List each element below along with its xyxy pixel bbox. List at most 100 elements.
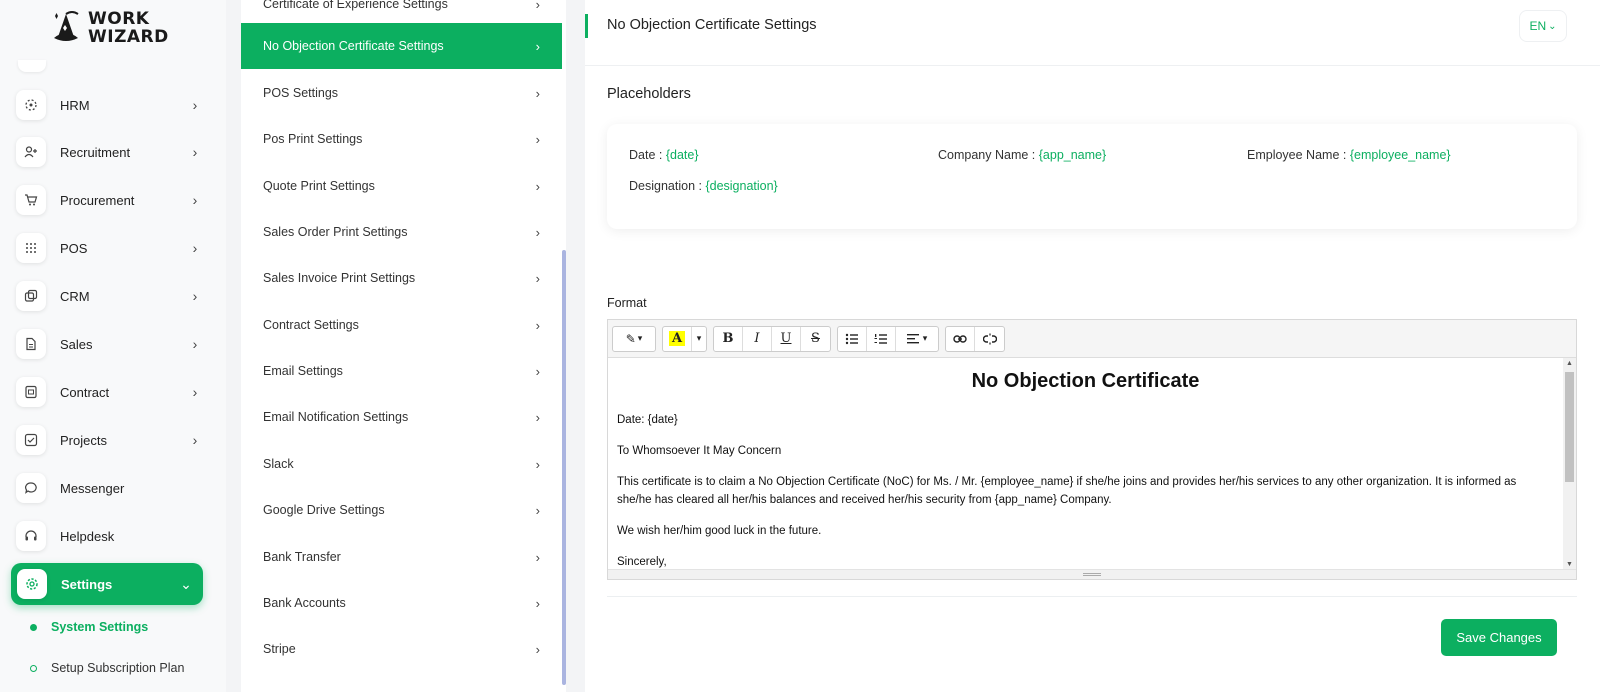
settings-item-label: Email Notification Settings xyxy=(263,410,409,424)
brand-logo[interactable]: WORK WIZARD xyxy=(48,8,169,48)
settings-item[interactable]: Pos Print Settings › xyxy=(241,116,562,162)
settings-item[interactable]: Bank Accounts › xyxy=(241,580,562,626)
settings-item[interactable]: Email Notification Settings › xyxy=(241,394,562,440)
settings-item-label: Google Drive Settings xyxy=(263,503,385,517)
chat-icon xyxy=(16,473,46,503)
settings-item-label: Bank Transfer xyxy=(263,550,341,564)
subitem-label: Setup Subscription Plan xyxy=(51,661,185,675)
text-color-button[interactable]: A xyxy=(663,326,692,351)
settings-item[interactable]: Contract Settings › xyxy=(241,302,562,348)
settings-item[interactable]: Sales Order Print Settings › xyxy=(241,209,562,255)
sidebar-item-settings[interactable]: Settings ⌄ xyxy=(11,563,203,605)
settings-item[interactable]: Slack › xyxy=(241,441,562,487)
placeholder-designation: Designation : {designation} xyxy=(629,179,778,193)
sidebar-item-hrm[interactable]: HRM › xyxy=(16,88,202,122)
sidebar-item-label: Sales xyxy=(60,336,93,352)
paragraph-align-button[interactable]: ▾ xyxy=(896,327,938,351)
settings-item[interactable]: Email Settings › xyxy=(241,348,562,394)
sidebar-item-label: Procurement xyxy=(60,192,135,208)
chevron-right-icon: › xyxy=(535,85,540,101)
placeholder-value[interactable]: {date} xyxy=(666,148,699,162)
settings-item-label: Sales Invoice Print Settings xyxy=(263,271,416,285)
placeholder-value[interactable]: {app_name} xyxy=(1039,148,1106,162)
placeholder-company-name: Company Name : {app_name} xyxy=(938,148,1106,162)
scroll-thumb[interactable] xyxy=(1565,372,1574,482)
scroll-down-icon[interactable]: ▼ xyxy=(1566,561,1573,568)
chevron-right-icon: › xyxy=(192,97,198,113)
placeholders-title: Placeholders xyxy=(607,86,691,102)
settings-item[interactable]: Google Drive Settings › xyxy=(241,487,562,533)
chevron-right-icon: › xyxy=(535,270,540,286)
settings-item[interactable]: Stripe › xyxy=(241,626,562,672)
chevron-down-icon: ⌄ xyxy=(1548,20,1557,32)
settings-item-active[interactable]: No Objection Certificate Settings › xyxy=(241,23,562,69)
placeholders-card: Date : {date} Company Name : {app_name} … xyxy=(607,124,1577,229)
sidebar-item-label: CRM xyxy=(60,288,90,304)
strikethrough-icon: S xyxy=(811,331,820,346)
strikethrough-button[interactable]: S xyxy=(801,327,830,351)
chevron-right-icon: › xyxy=(535,178,540,194)
grip-icon xyxy=(1083,573,1101,576)
caret-down-icon: ▾ xyxy=(637,333,643,344)
sidebar-subitem-setup-subscription-plan[interactable]: Setup Subscription Plan xyxy=(30,661,184,675)
chevron-right-icon: › xyxy=(535,595,540,611)
ordered-list-icon xyxy=(874,333,887,344)
editor-scrollbar[interactable]: ▲ ▼ xyxy=(1563,358,1576,570)
format-label: Format xyxy=(607,296,647,310)
save-changes-button[interactable]: Save Changes xyxy=(1441,619,1557,656)
chevron-right-icon: › xyxy=(192,432,198,448)
user-plus-icon xyxy=(16,137,46,167)
chevron-right-icon: › xyxy=(192,240,198,256)
sidebar-item-messenger[interactable]: Messenger xyxy=(16,471,202,505)
sidebar-item-projects[interactable]: Projects › xyxy=(16,423,202,457)
sidebar-item-recruitment[interactable]: Recruitment › xyxy=(16,135,202,169)
sidebar-item-helpdesk[interactable]: Helpdesk xyxy=(16,519,202,553)
ordered-list-button[interactable] xyxy=(867,326,896,351)
chevron-right-icon: › xyxy=(535,549,540,565)
settings-item[interactable]: Sales Invoice Print Settings › xyxy=(241,255,562,301)
toolbar-group-color: A ▾ xyxy=(662,325,707,352)
placeholder-value[interactable]: {employee_name} xyxy=(1350,148,1451,162)
page-title: No Objection Certificate Settings xyxy=(607,17,817,33)
sidebar-item-sales[interactable]: Sales › xyxy=(16,327,202,361)
toolbar-group-style: ✎ ▾ xyxy=(612,325,656,352)
settings-item[interactable]: Bank Transfer › xyxy=(241,534,562,580)
chevron-right-icon: › xyxy=(192,192,198,208)
underline-button[interactable]: U xyxy=(772,326,801,351)
brand-name: WORK WIZARD xyxy=(88,10,169,46)
align-left-icon xyxy=(906,334,919,344)
toolbar-group-link xyxy=(945,325,1005,352)
italic-icon: I xyxy=(754,331,760,346)
settings-item[interactable]: Quote Print Settings › xyxy=(241,163,562,209)
certificate-heading: No Objection Certificate xyxy=(971,370,1200,392)
editor-content[interactable]: No Objection Certificate Date: {date} To… xyxy=(608,358,1563,570)
sidebar-item-crm[interactable]: CRM › xyxy=(16,279,202,313)
wizard-hat-icon xyxy=(48,8,84,48)
scroll-up-icon[interactable]: ▲ xyxy=(1566,360,1573,367)
language-selector[interactable]: EN ⌄ xyxy=(1519,10,1567,42)
editor-resize-handle[interactable] xyxy=(608,569,1576,579)
chevron-right-icon: › xyxy=(192,288,198,304)
underline-icon: U xyxy=(780,331,792,346)
color-dropdown-button[interactable]: ▾ xyxy=(692,327,706,351)
sidebar-item-pos[interactable]: POS › xyxy=(16,231,202,265)
sidebar-subitem-system-settings[interactable]: System Settings xyxy=(30,620,148,634)
layers-icon xyxy=(16,281,46,311)
magic-style-button[interactable]: ✎ ▾ xyxy=(613,327,655,351)
bold-button[interactable]: B xyxy=(714,326,743,351)
rich-text-editor[interactable]: ✎ ▾ A ▾ B I U S ▾ No Objection Certifica… xyxy=(607,319,1577,580)
settings-item-label: Stripe xyxy=(263,642,296,656)
settings-item[interactable]: POS Settings › xyxy=(241,70,562,116)
language-label: EN xyxy=(1529,19,1547,33)
sidebar-item-procurement[interactable]: Procurement › xyxy=(16,183,202,217)
placeholder-value[interactable]: {designation} xyxy=(705,179,777,193)
sidebar-item-contract[interactable]: Contract › xyxy=(16,375,202,409)
toolbar-group-font: B I U S xyxy=(713,325,831,352)
italic-button[interactable]: I xyxy=(743,326,772,351)
settings-scrollbar[interactable] xyxy=(562,250,566,685)
unlink-button[interactable] xyxy=(975,327,1004,351)
link-button[interactable] xyxy=(946,326,975,351)
unordered-list-button[interactable] xyxy=(838,326,867,351)
sidebar-item-label: Settings xyxy=(61,576,113,592)
page-header: No Objection Certificate Settings EN ⌄ xyxy=(585,0,1600,66)
